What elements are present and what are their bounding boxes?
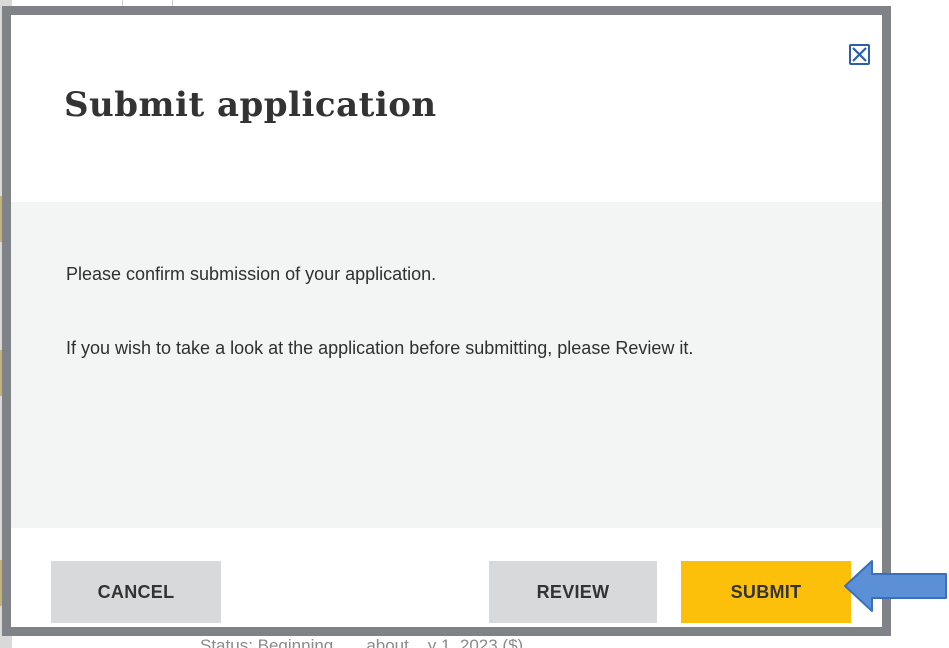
screen: Status: Beginning... ...about ...y 1, 20… [0, 0, 949, 648]
left-arrow-icon [844, 560, 947, 612]
review-button[interactable]: REVIEW [489, 561, 657, 623]
submit-application-dialog: Submit application Please confirm submis… [2, 6, 891, 636]
dialog-body: Please confirm submission of your applic… [11, 202, 882, 528]
background-status-text: Status: Beginning... ...about ...y 1, 20… [200, 636, 524, 648]
dialog-footer: CANCEL REVIEW SUBMIT [11, 528, 882, 627]
dialog-title: Submit application [64, 85, 437, 125]
close-button[interactable] [849, 44, 870, 65]
confirmation-message: Please confirm submission of your applic… [66, 264, 437, 284]
submit-button[interactable]: SUBMIT [681, 561, 851, 623]
review-hint-message: If you wish to take a look at the applic… [66, 338, 694, 358]
cancel-button[interactable]: CANCEL [51, 561, 221, 623]
dialog-header: Submit application [11, 15, 882, 202]
close-icon [852, 47, 867, 62]
